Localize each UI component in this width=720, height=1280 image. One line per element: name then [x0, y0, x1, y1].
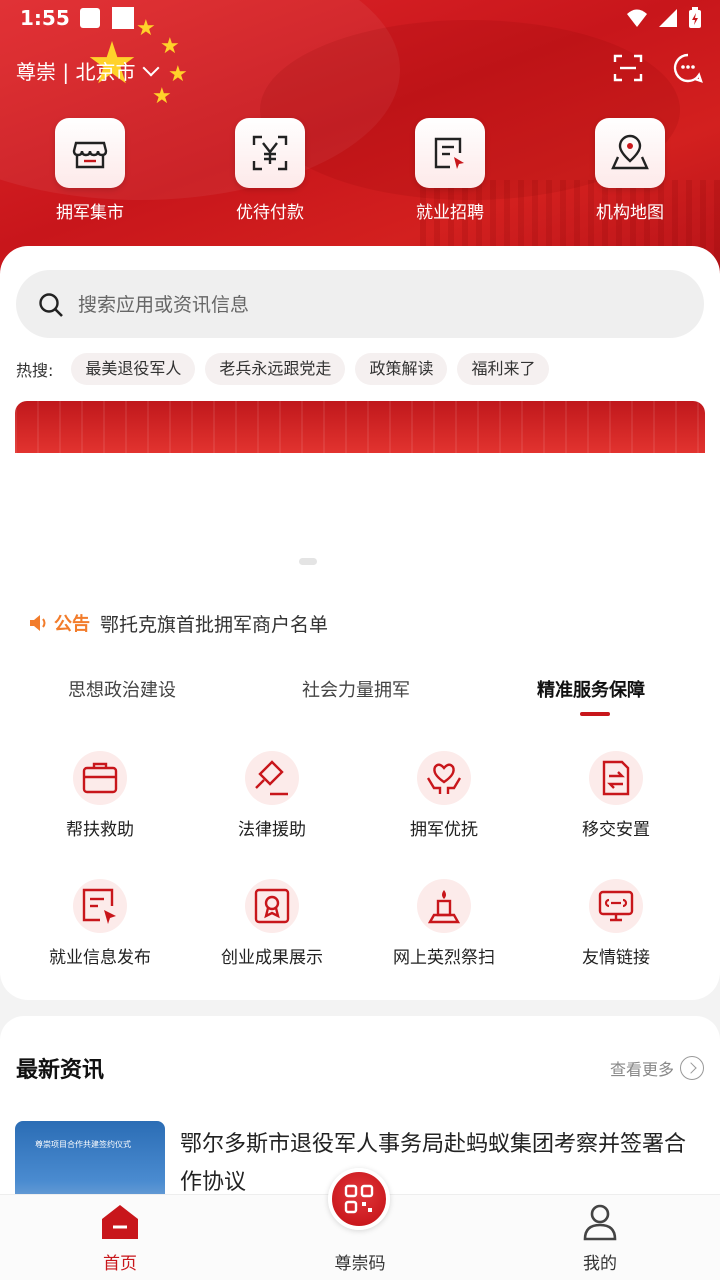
battery-icon [689, 7, 701, 28]
quick-entry-payment[interactable]: 优待付款 [180, 118, 360, 223]
category-tabs: 思想政治建设 社会力量拥军 精准服务保障 [0, 676, 720, 720]
notice-bar[interactable]: 公告 鄂托克旗首批拥军商户名单 [28, 608, 328, 638]
quick-entry-market[interactable]: 拥军集市 [0, 118, 180, 223]
service-label: 就业信息发布 [49, 948, 151, 968]
gavel-icon [255, 760, 288, 796]
location-label: 尊崇 | 北京市 [16, 60, 136, 84]
status-time: 1:55 [20, 6, 70, 30]
service-item[interactable]: 帮扶救助 [14, 751, 186, 879]
notice-tag: 公告 [54, 614, 90, 635]
briefcase-icon [82, 762, 118, 794]
yuan-scan-icon [252, 135, 288, 171]
service-item[interactable]: 友情链接 [530, 879, 702, 1007]
service-item[interactable]: 就业信息发布 [14, 879, 186, 1007]
service-label: 拥军优抚 [410, 820, 478, 840]
service-label: 网上英烈祭扫 [393, 948, 495, 968]
notification-icon [112, 7, 134, 29]
top-bar: 尊崇 | 北京市 [16, 52, 704, 88]
location-selector[interactable]: 尊崇 | 北京市 [16, 56, 160, 85]
service-item[interactable]: 移交安置 [530, 751, 702, 879]
quick-entry-map[interactable]: 机构地图 [540, 118, 720, 223]
scan-icon[interactable] [612, 52, 644, 84]
notice-text: 鄂托克旗首批拥军商户名单 [100, 613, 329, 636]
award-icon [254, 888, 290, 924]
hot-search-tag[interactable]: 政策解读 [355, 353, 448, 385]
service-label: 移交安置 [582, 820, 650, 840]
qr-code-icon [344, 1184, 374, 1214]
signal-icon [659, 9, 677, 27]
gallery-icon [80, 8, 100, 28]
carousel-indicator [299, 558, 317, 565]
star-icon: ★ [152, 84, 172, 109]
service-grid: 帮扶救助 法律援助 拥军优抚 移交安置 就业信息发布 创业成果展示 网上英烈祭扫… [0, 751, 720, 1007]
service-item[interactable]: 法律援助 [186, 751, 358, 879]
service-item[interactable]: 网上英烈祭扫 [358, 879, 530, 1007]
news-title: 最新资讯 [16, 1058, 105, 1083]
job-icon [434, 137, 464, 169]
map-pin-icon [611, 134, 649, 170]
nav-mine[interactable]: 我的 [540, 1195, 660, 1280]
service-item[interactable]: 拥军优抚 [358, 751, 530, 879]
message-icon[interactable] [672, 52, 704, 84]
link-monitor-icon [598, 890, 634, 922]
promo-banner[interactable] [15, 401, 705, 453]
speaker-icon [30, 615, 46, 631]
hot-search-tag[interactable]: 最美退役军人 [71, 353, 196, 385]
tab-precise-service[interactable]: 精准服务保障 [537, 676, 645, 702]
quick-entry-label: 拥军集市 [56, 203, 124, 223]
view-more-label: 查看更多 [609, 1060, 674, 1079]
home-icon [102, 1205, 138, 1239]
status-bar: 1:55 [0, 0, 720, 40]
status-icons [626, 7, 702, 29]
service-label: 友情链接 [582, 948, 650, 968]
wifi-icon [627, 9, 647, 27]
quick-entry-label: 机构地图 [596, 203, 664, 223]
service-label: 帮扶救助 [66, 820, 134, 840]
hot-search-tag[interactable]: 福利来了 [457, 353, 550, 385]
tab-political[interactable]: 思想政治建设 [68, 676, 176, 702]
candle-icon [427, 890, 461, 924]
search-placeholder: 搜索应用或资讯信息 [78, 294, 250, 316]
quick-entry-label: 就业招聘 [416, 203, 484, 223]
search-icon [39, 293, 63, 317]
service-label: 创业成果展示 [221, 948, 323, 968]
nav-code-label: 尊崇码 [334, 1254, 386, 1274]
hot-search: 热搜: 最美退役军人 老兵永远跟党走 政策解读 福利来了 [16, 352, 550, 386]
qr-code-button[interactable] [328, 1168, 390, 1230]
news-thumbnail-caption: 尊崇项目合作共建签约仪式 [35, 1140, 131, 1149]
quick-entries: 拥军集市 优待付款 就业招聘 机构地图 [0, 118, 720, 223]
tab-social-support[interactable]: 社会力量拥军 [302, 676, 410, 702]
service-label: 法律援助 [238, 820, 306, 840]
heart-hands-icon [426, 763, 462, 794]
transfer-doc-icon [602, 760, 630, 796]
market-icon [72, 141, 108, 169]
chevron-down-icon [142, 59, 160, 76]
news-headline[interactable]: 鄂尔多斯市退役军人事务局赴蚂蚁集团考察并签署合作协议 [180, 1126, 700, 1202]
hot-search-label: 热搜: [16, 361, 54, 380]
service-item[interactable]: 创业成果展示 [186, 879, 358, 1007]
nav-home-label: 首页 [103, 1254, 137, 1274]
quick-entry-label: 优待付款 [236, 203, 304, 223]
tab-active-indicator [580, 712, 610, 716]
nav-home[interactable]: 首页 [60, 1195, 180, 1280]
user-icon [583, 1204, 617, 1241]
top-actions [612, 52, 704, 84]
search-input[interactable]: 搜索应用或资讯信息 [16, 270, 704, 338]
main-card: 搜索应用或资讯信息 热搜: 最美退役军人 老兵永远跟党走 政策解读 福利来了 公… [0, 246, 720, 1000]
hot-search-tag[interactable]: 老兵永远跟党走 [205, 353, 346, 385]
job-post-icon [82, 888, 116, 924]
quick-entry-jobs[interactable]: 就业招聘 [360, 118, 540, 223]
view-more-link[interactable]: 查看更多 [610, 1056, 704, 1080]
nav-mine-label: 我的 [583, 1254, 617, 1274]
chevron-right-icon [680, 1056, 704, 1080]
